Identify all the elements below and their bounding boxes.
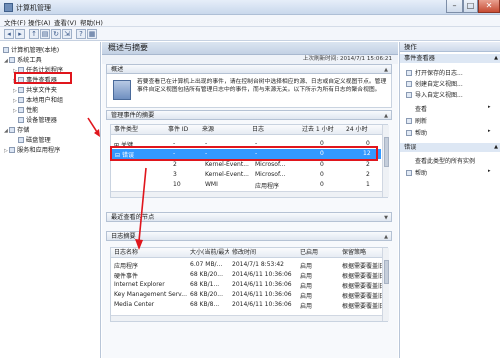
help-icon bbox=[406, 170, 412, 176]
help-icon bbox=[406, 130, 412, 136]
actions-section-event-viewer[interactable]: 事件查看器 ▲ bbox=[400, 54, 500, 63]
refresh-icon bbox=[406, 118, 412, 124]
action-help-error[interactable]: 帮助 ▸ bbox=[406, 168, 491, 177]
actions-section-error[interactable]: 错误 ▲ bbox=[400, 143, 500, 152]
action-open-saved-log[interactable]: 打开保存的日志... bbox=[406, 68, 463, 77]
collapse-icon[interactable]: ▲ bbox=[494, 54, 498, 63]
action-refresh[interactable]: 刷新 bbox=[406, 116, 427, 125]
action-import-custom-view[interactable]: 导入自定义视图... bbox=[406, 90, 463, 99]
actions-pane: 操作 事件查看器 ▲ 打开保存的日志... 创建自定义视图... 导入自定义视图.… bbox=[399, 42, 500, 358]
action-view[interactable]: 查看 ▸ bbox=[406, 104, 491, 113]
action-view-all-instances[interactable]: 查看此类型的所有实例 bbox=[406, 156, 475, 165]
submenu-arrow-icon: ▸ bbox=[488, 104, 491, 110]
actions-header: 操作 bbox=[400, 42, 500, 52]
collapse-icon[interactable]: ▲ bbox=[494, 143, 498, 152]
action-help[interactable]: 帮助 ▸ bbox=[406, 128, 491, 137]
submenu-arrow-icon: ▸ bbox=[488, 168, 491, 174]
action-create-custom-view[interactable]: 创建自定义视图... bbox=[406, 79, 463, 88]
folder-icon bbox=[406, 70, 412, 76]
submenu-arrow-icon: ▸ bbox=[488, 128, 491, 134]
import-icon bbox=[406, 92, 412, 98]
filter-icon bbox=[406, 81, 412, 87]
